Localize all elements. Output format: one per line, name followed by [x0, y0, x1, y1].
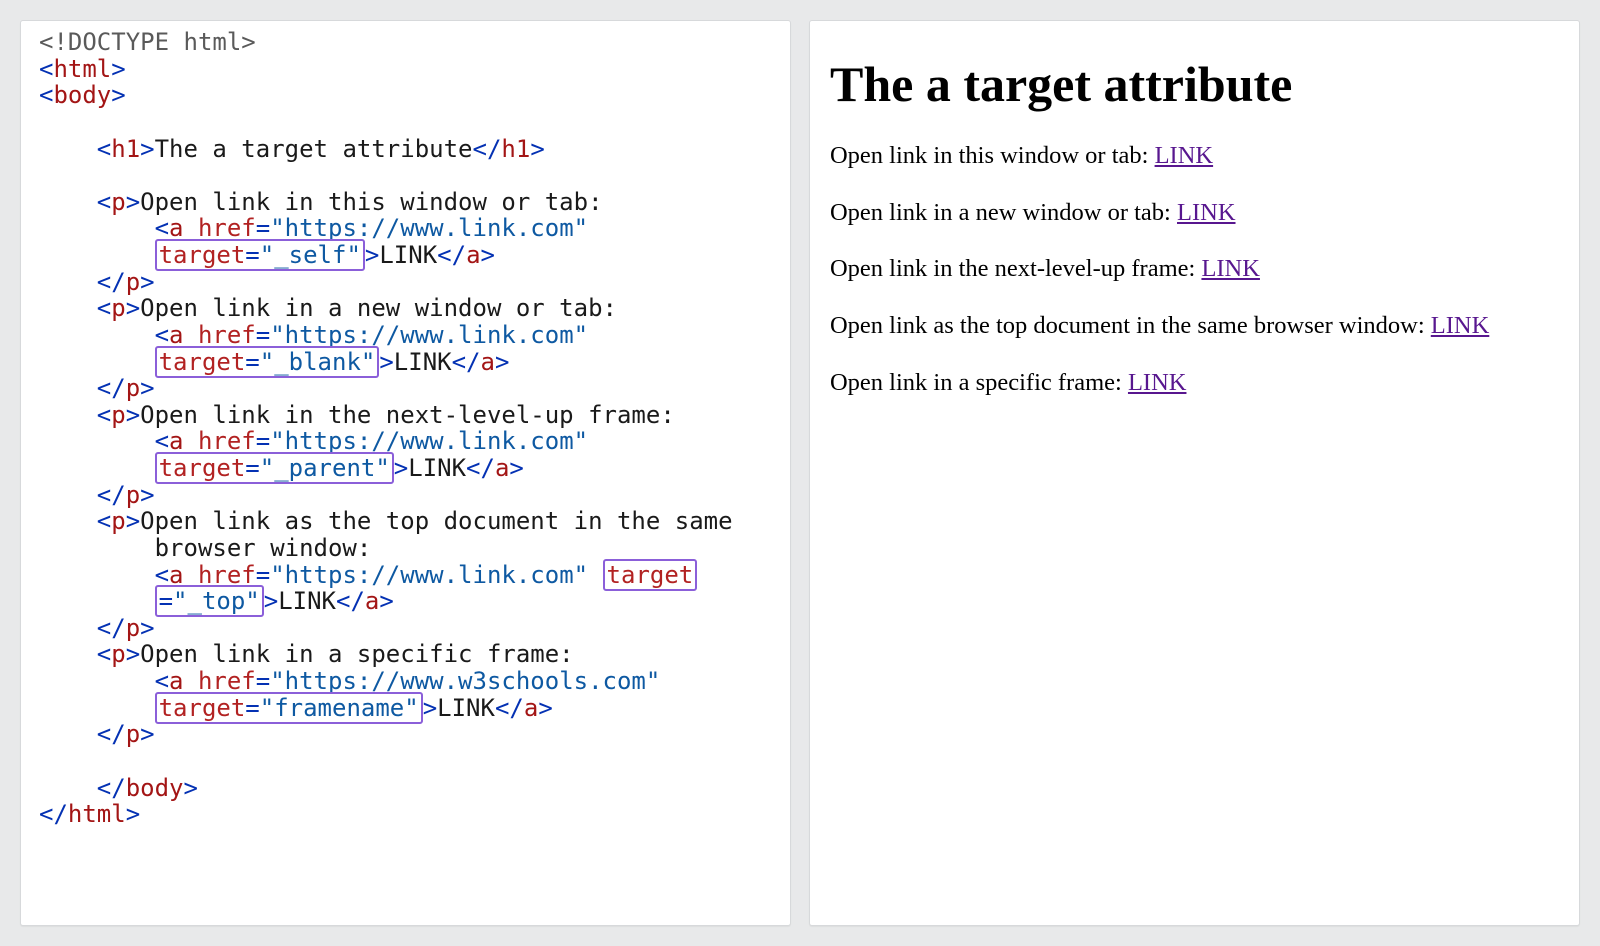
preview-para-parent: Open link in the next-level-up frame: LI…	[830, 254, 1559, 285]
preview-para-framename: Open link in a specific frame: LINK	[830, 368, 1559, 399]
preview-para-blank: Open link in a new window or tab: LINK	[830, 198, 1559, 229]
preview-heading: The a target attribute	[830, 55, 1559, 113]
target-highlight-framename: target="framename"	[155, 692, 423, 724]
preview-link-framename[interactable]: LINK	[1128, 369, 1187, 396]
preview-link-top[interactable]: LINK	[1431, 312, 1490, 339]
doctype-line: <!DOCTYPE html>	[39, 28, 256, 56]
preview-para-top: Open link as the top document in the sam…	[830, 311, 1559, 342]
target-highlight-parent: target="_parent"	[155, 452, 394, 484]
preview-para-self: Open link in this window or tab: LINK	[830, 141, 1559, 172]
target-highlight-top-a: target	[603, 559, 698, 591]
preview-link-blank[interactable]: LINK	[1177, 199, 1236, 226]
target-highlight-top-b: ="_top"	[155, 585, 264, 617]
preview-link-parent[interactable]: LINK	[1201, 255, 1260, 282]
target-highlight-self: target="_self"	[155, 239, 365, 271]
preview-link-self[interactable]: LINK	[1155, 142, 1214, 169]
render-preview-panel: The a target attribute Open link in this…	[809, 20, 1580, 926]
target-highlight-blank: target="_blank"	[155, 346, 380, 378]
split-view: <!DOCTYPE html> <html> <body> <h1>The a …	[0, 0, 1600, 946]
source-code-panel: <!DOCTYPE html> <html> <body> <h1>The a …	[20, 20, 791, 926]
